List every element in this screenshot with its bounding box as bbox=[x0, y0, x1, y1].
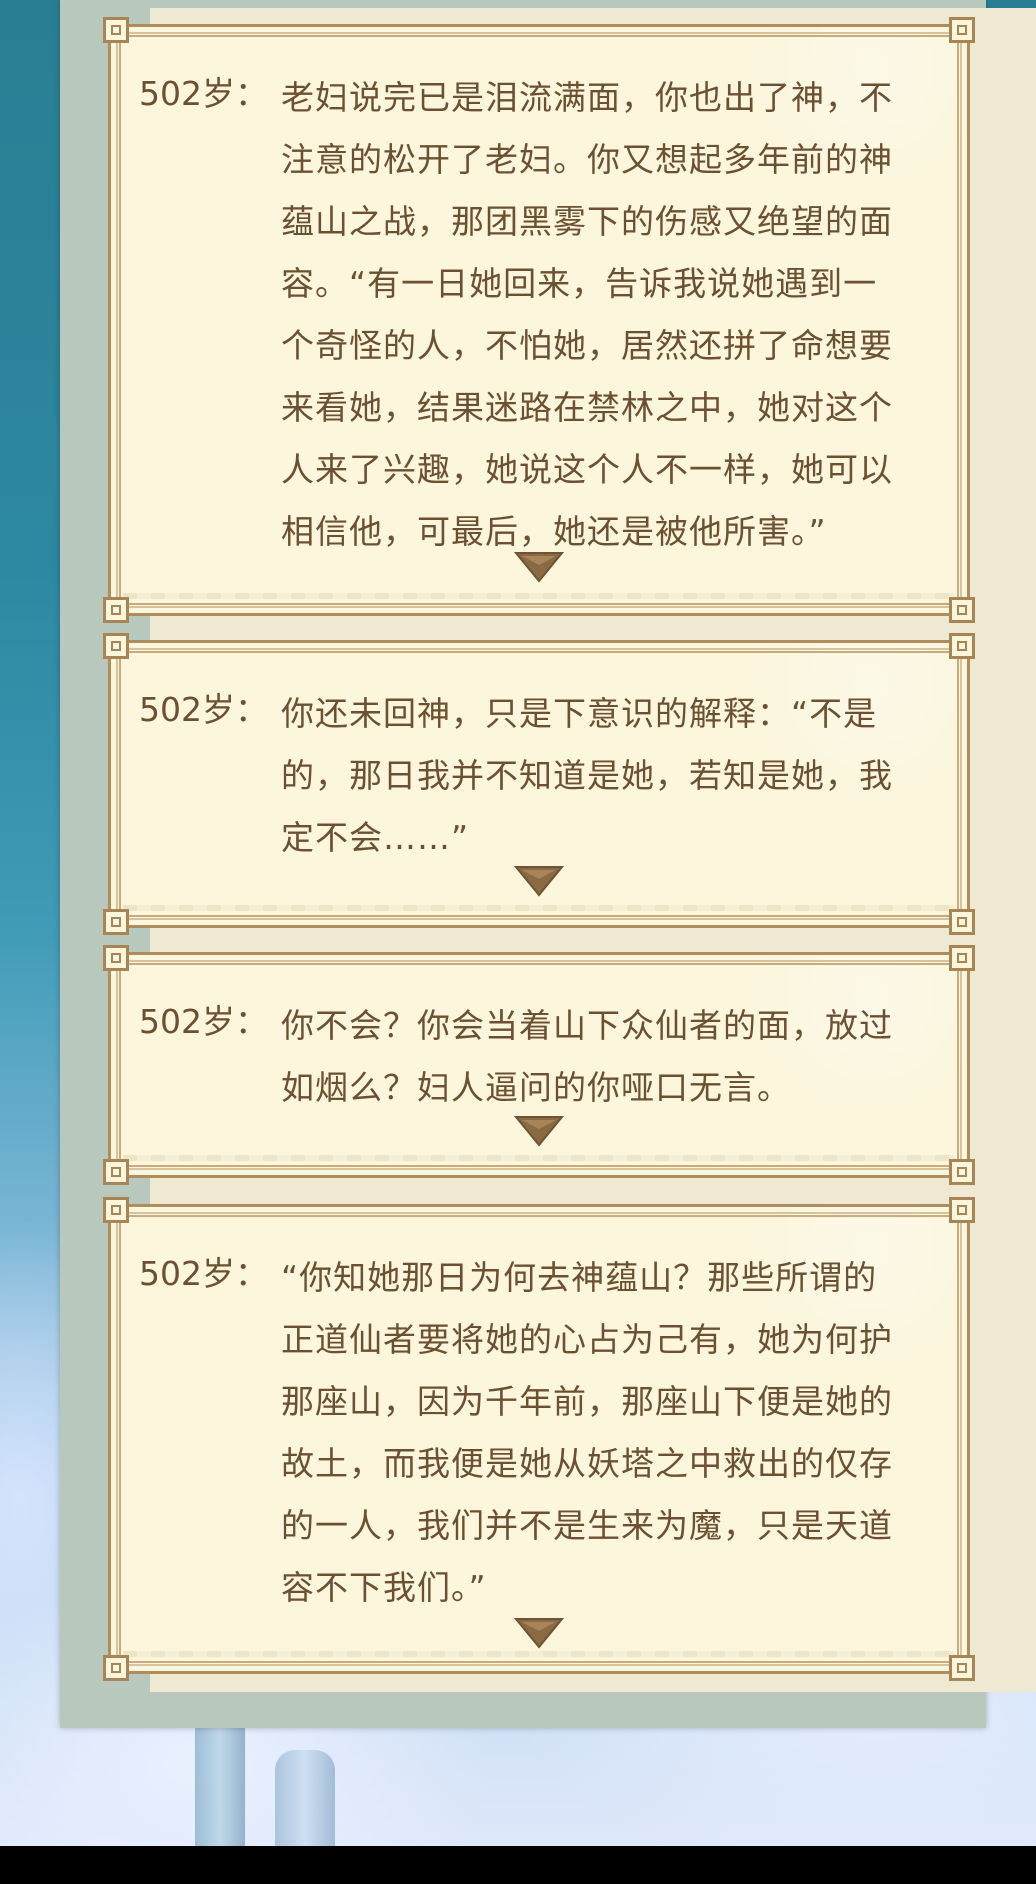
entry-line: 你还未回神，只是下意识的解释：“不是 bbox=[281, 694, 878, 733]
entry-line: “你知她那日为何去神蕴山？那些所谓的 bbox=[281, 1258, 878, 1297]
entry-line: 注意的松开了老妇。你又想起多年前的神 bbox=[281, 140, 893, 179]
entry-line: 蕴山之战，那团黑雾下的伤感又绝望的面 bbox=[281, 202, 893, 241]
corner-ornament bbox=[103, 17, 129, 43]
entry-text: 老妇说完已是泪流满面，你也出了神，不 注意的松开了老妇。你又想起多年前的神 蕴山… bbox=[281, 67, 941, 563]
triangle-down-icon[interactable] bbox=[514, 1115, 564, 1147]
stone-pillar bbox=[195, 1720, 245, 1846]
corner-ornament bbox=[103, 1197, 129, 1223]
entry-text: “你知她那日为何去神蕴山？那些所谓的 正道仙者要将她的心占为己有，她为何护 那座… bbox=[281, 1247, 941, 1619]
stone-statue bbox=[275, 1750, 335, 1846]
entry-line: 个奇怪的人，不怕她，居然还拼了命想要 bbox=[281, 326, 893, 365]
corner-ornament bbox=[949, 909, 975, 935]
log-entry[interactable]: 502岁： 老妇说完已是泪流满面，你也出了神，不 注意的松开了老妇。你又想起多年… bbox=[103, 17, 975, 623]
entry-line: 容不下我们。” bbox=[281, 1568, 487, 1607]
cloud-pattern bbox=[123, 593, 955, 599]
entry-age: 502岁： bbox=[139, 74, 268, 113]
corner-ornament bbox=[949, 597, 975, 623]
entry-line: 如烟么？妇人逼问的你哑口无言。 bbox=[281, 1068, 791, 1107]
entry-line: 那座山，因为千年前，那座山下便是她的 bbox=[281, 1382, 893, 1421]
corner-ornament bbox=[949, 1197, 975, 1223]
entry-age: 502岁： bbox=[139, 690, 268, 729]
entry-line: 的，那日我并不知道是她，若知是她，我 bbox=[281, 756, 893, 795]
corner-ornament bbox=[949, 1159, 975, 1185]
entry-line: 正道仙者要将她的心占为己有，她为何护 bbox=[281, 1320, 893, 1359]
corner-ornament bbox=[949, 17, 975, 43]
log-entry[interactable]: 502岁： 你不会？你会当着山下众仙者的面，放过 如烟么？妇人逼问的你哑口无言。 bbox=[103, 945, 975, 1185]
corner-ornament bbox=[949, 633, 975, 659]
entry-line: 定不会……” bbox=[281, 818, 470, 857]
corner-ornament bbox=[949, 945, 975, 971]
entry-line: 人来了兴趣，她说这个人不一样，她可以 bbox=[281, 450, 893, 489]
log-entry[interactable]: 502岁： 你还未回神，只是下意识的解释：“不是 的，那日我并不知道是她，若知是… bbox=[103, 633, 975, 935]
entry-age: 502岁： bbox=[139, 1254, 268, 1293]
cloud-pattern bbox=[123, 1155, 955, 1161]
bottom-bar bbox=[0, 1846, 1036, 1884]
corner-ornament bbox=[103, 945, 129, 971]
log-entry[interactable]: 502岁： “你知她那日为何去神蕴山？那些所谓的 正道仙者要将她的心占为己有，她… bbox=[103, 1197, 975, 1681]
cloud-pattern bbox=[123, 1651, 955, 1657]
corner-ornament bbox=[103, 597, 129, 623]
entry-line: 你不会？你会当着山下众仙者的面，放过 bbox=[281, 1006, 893, 1045]
triangle-down-icon[interactable] bbox=[514, 551, 564, 583]
entry-line: 来看她，结果迷路在禁林之中，她对这个 bbox=[281, 388, 893, 427]
corner-ornament bbox=[949, 1655, 975, 1681]
triangle-down-icon[interactable] bbox=[514, 1617, 564, 1649]
entry-age: 502岁： bbox=[139, 1002, 268, 1041]
entry-line: 容。“有一日她回来，告诉我说她遇到一 bbox=[281, 264, 878, 303]
entry-line: 的一人，我们并不是生来为魔，只是天道 bbox=[281, 1506, 893, 1545]
corner-ornament bbox=[103, 1655, 129, 1681]
corner-ornament bbox=[103, 909, 129, 935]
entry-text: 你不会？你会当着山下众仙者的面，放过 如烟么？妇人逼问的你哑口无言。 bbox=[281, 995, 941, 1119]
cloud-pattern bbox=[123, 905, 955, 911]
corner-ornament bbox=[103, 1159, 129, 1185]
entry-text: 你还未回神，只是下意识的解释：“不是 的，那日我并不知道是她，若知是她，我 定不… bbox=[281, 683, 941, 869]
entry-line: 老妇说完已是泪流满面，你也出了神，不 bbox=[281, 78, 893, 117]
corner-ornament bbox=[103, 633, 129, 659]
entry-line: 相信他，可最后，她还是被他所害。” bbox=[281, 512, 827, 551]
entry-line: 故土，而我便是她从妖塔之中救出的仅存 bbox=[281, 1444, 893, 1483]
triangle-down-icon[interactable] bbox=[514, 865, 564, 897]
